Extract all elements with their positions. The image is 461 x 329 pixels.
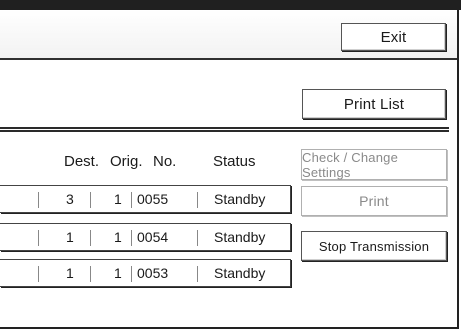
column-header-orig: Orig. bbox=[110, 153, 143, 170]
row-no: 0053 bbox=[137, 265, 169, 281]
cell-divider bbox=[90, 230, 91, 246]
row-dest: 1 bbox=[66, 229, 74, 245]
row-no: 0054 bbox=[137, 229, 169, 245]
row-status: Standby bbox=[214, 265, 266, 281]
print-list-button[interactable]: Print List bbox=[302, 89, 446, 119]
row-orig: 1 bbox=[114, 191, 122, 207]
print-button[interactable]: Print bbox=[301, 186, 447, 216]
cell-divider bbox=[90, 266, 91, 282]
table-row[interactable]: 1 1 0054 Standby bbox=[0, 223, 291, 251]
cell-divider bbox=[197, 192, 198, 208]
divider bbox=[0, 127, 449, 132]
table-row[interactable]: 1 1 0053 Standby bbox=[0, 259, 291, 287]
row-orig: 1 bbox=[114, 229, 122, 245]
top-strip bbox=[0, 0, 461, 10]
row-orig: 1 bbox=[114, 265, 122, 281]
cell-divider bbox=[38, 266, 39, 282]
cell-divider bbox=[131, 230, 132, 246]
exit-button[interactable]: Exit bbox=[341, 23, 446, 51]
row-dest: 3 bbox=[66, 191, 74, 207]
check-change-settings-button[interactable]: Check / Change Settings bbox=[301, 149, 447, 180]
column-header-dest: Dest. bbox=[64, 153, 100, 170]
cell-divider bbox=[131, 192, 132, 208]
row-dest: 1 bbox=[66, 265, 74, 281]
column-header-no: No. bbox=[153, 153, 177, 170]
row-no: 0055 bbox=[137, 191, 169, 207]
column-header-status: Status bbox=[213, 153, 256, 170]
table-row[interactable]: 3 1 0055 Standby bbox=[0, 185, 291, 213]
frame-right-border bbox=[457, 10, 459, 329]
cell-divider bbox=[197, 266, 198, 282]
stop-transmission-button[interactable]: Stop Transmission bbox=[301, 231, 447, 261]
cell-divider bbox=[38, 230, 39, 246]
cell-divider bbox=[90, 192, 91, 208]
cell-divider bbox=[197, 230, 198, 246]
cell-divider bbox=[38, 192, 39, 208]
row-status: Standby bbox=[214, 229, 266, 245]
cell-divider bbox=[131, 266, 132, 282]
row-status: Standby bbox=[214, 191, 266, 207]
